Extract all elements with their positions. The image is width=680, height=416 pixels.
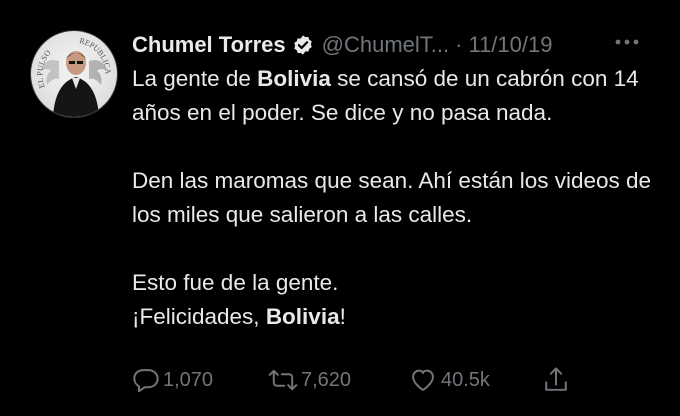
- tweet-actions: 1,070 7,620 40.5k: [132, 364, 592, 396]
- display-name[interactable]: Chumel Torres: [132, 32, 286, 58]
- tweet-paragraph-2: Den las maromas que sean. Ahí están los …: [132, 164, 662, 232]
- retweet-button[interactable]: 7,620: [268, 366, 351, 394]
- tweet[interactable]: EL PULSO REPUBLICA Chumel Torres @Chumel…: [0, 0, 680, 416]
- heart-icon: [412, 369, 434, 391]
- retweet-icon: [268, 369, 298, 391]
- like-count: 40.5k: [441, 368, 490, 391]
- more-options-icon[interactable]: [612, 32, 642, 52]
- text-segment: Esto fue de la gente.: [132, 270, 339, 295]
- tweet-paragraph-3: Esto fue de la gente. ¡Felicidades, Boli…: [132, 266, 662, 334]
- share-button[interactable]: [542, 365, 573, 395]
- like-button[interactable]: 40.5k: [408, 366, 490, 394]
- hashtag-bolivia: Bolivia: [265, 304, 340, 329]
- reply-count: 1,070: [163, 368, 214, 391]
- handle[interactable]: @ChumelT...: [322, 32, 449, 58]
- text-segment: Den las maromas que sean. Ahí están los …: [132, 168, 652, 227]
- reply-icon: [133, 369, 159, 393]
- retweet-count: 7,620: [301, 368, 352, 391]
- text-segment: La gente de: [132, 66, 258, 91]
- text-segment: ¡Felicidades,: [132, 304, 266, 329]
- verified-badge-icon: [292, 34, 314, 56]
- tweet-header: Chumel Torres @ChumelT... · 11/10/19: [132, 28, 662, 62]
- reply-button[interactable]: 1,070: [132, 366, 213, 394]
- avatar-image: EL PULSO REPUBLICA: [35, 36, 113, 117]
- separator-dot: ·: [455, 32, 463, 57]
- text-segment: !: [339, 304, 346, 329]
- tweet-body: La gente de Bolivia se cansó de un cabró…: [132, 62, 662, 334]
- tweet-paragraph-1: La gente de Bolivia se cansó de un cabró…: [132, 62, 662, 130]
- share-icon: [545, 367, 567, 391]
- avatar[interactable]: EL PULSO REPUBLICA: [30, 30, 118, 118]
- hashtag-bolivia: Bolivia: [257, 66, 331, 91]
- tweet-date[interactable]: 11/10/19: [468, 32, 552, 58]
